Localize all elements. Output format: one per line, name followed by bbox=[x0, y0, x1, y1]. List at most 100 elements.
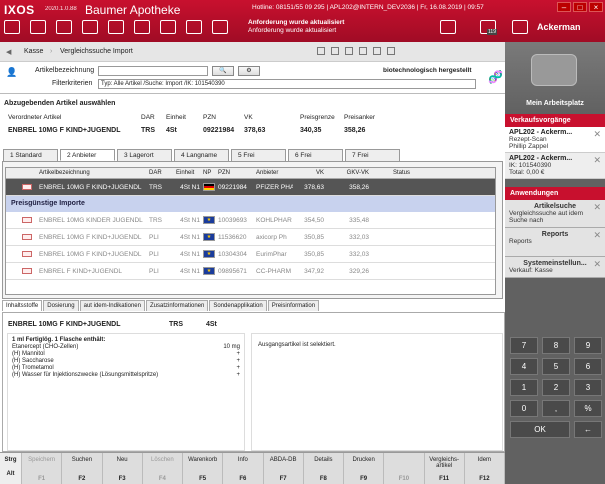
bookmark-icon[interactable] bbox=[317, 47, 325, 55]
fkey-f5[interactable]: Warenkorb F5 bbox=[183, 453, 224, 484]
keypad-key[interactable]: 3 bbox=[574, 379, 602, 396]
stock-icon[interactable] bbox=[108, 20, 124, 34]
close-icon[interactable]: ✕ bbox=[593, 259, 601, 270]
print-icon[interactable] bbox=[345, 47, 353, 55]
home-icon[interactable] bbox=[4, 20, 20, 34]
table-row[interactable]: ENBREL 10MG F KIND+JUGENDL PLI 4St N1 ★ 1153… bbox=[6, 229, 495, 246]
maximize-icon[interactable]: □ bbox=[573, 2, 587, 12]
tab-free7[interactable]: 7 Frei bbox=[345, 149, 400, 161]
tab-price[interactable]: Preisinformation bbox=[267, 300, 320, 311]
screen-icon[interactable] bbox=[359, 47, 367, 55]
app-item-reports[interactable]: ✕ Reports Reports bbox=[505, 228, 605, 257]
sale-item[interactable]: ✕ APL202 - Ackerm... Rezept-Scan Phillip Za… bbox=[505, 127, 605, 153]
ok-button[interactable]: OK bbox=[510, 421, 570, 438]
cell-vk: 378,63 bbox=[304, 184, 324, 191]
article-input[interactable] bbox=[98, 66, 208, 76]
notification[interactable]: Anforderung wurde aktualisiert Anforderun… bbox=[248, 19, 408, 35]
pill-icon[interactable] bbox=[82, 20, 98, 34]
fkey-f10[interactable]: F10 bbox=[384, 453, 425, 484]
truck-icon[interactable] bbox=[160, 20, 176, 34]
header-np[interactable]: NP bbox=[200, 168, 215, 178]
keypad-key[interactable]: % bbox=[574, 400, 602, 417]
breadcrumb-current: Vergleichssuche Import bbox=[60, 48, 133, 55]
copy-icon[interactable] bbox=[331, 47, 339, 55]
header-gkv[interactable]: GKV-VK bbox=[328, 168, 373, 178]
minimize-icon[interactable]: – bbox=[557, 2, 571, 12]
table-row[interactable]: ENBREL 10MG F KIND+JUGENDL PLI 4St N1 ★ 1030… bbox=[6, 246, 495, 263]
close-icon[interactable]: ✕ bbox=[593, 129, 601, 140]
header-vendor[interactable]: Anbieter bbox=[253, 168, 293, 178]
user-icon[interactable] bbox=[512, 20, 528, 34]
keypad-key[interactable]: 7 bbox=[510, 337, 538, 354]
help-icon[interactable] bbox=[387, 47, 395, 55]
app-item-settings[interactable]: ✕ Systemeinstellun... Verkauf: Kasse bbox=[505, 257, 605, 278]
keypad-key[interactable]: 9 bbox=[574, 337, 602, 354]
calendar-icon[interactable] bbox=[186, 20, 202, 34]
back-icon[interactable]: ◀ bbox=[6, 48, 11, 56]
keypad-key[interactable]: 8 bbox=[542, 337, 570, 354]
keypad-key[interactable]: 6 bbox=[574, 358, 602, 375]
header-vk[interactable]: VK bbox=[293, 168, 328, 178]
header-unit[interactable]: Einheit bbox=[173, 168, 200, 178]
fkey-f9[interactable]: Drucken F9 bbox=[344, 453, 385, 484]
filter-field[interactable]: Typ: Alle Artikel /Suche: Import /IK: 10… bbox=[98, 79, 476, 89]
keypad-key[interactable]: 1 bbox=[510, 379, 538, 396]
sale-item[interactable]: ✕ APL202 - Ackerm... IK: 101540390 Total: 0… bbox=[505, 153, 605, 179]
table-row[interactable]: ENBREL F KIND+JUGENDL PLI 4St N1 ★ 09895671 C… bbox=[6, 263, 495, 280]
header-name[interactable]: Artikelbezeichnung bbox=[36, 168, 146, 178]
search-button[interactable]: 🔍 bbox=[212, 66, 234, 76]
fkey-number: F6 bbox=[239, 476, 247, 482]
customer-icon[interactable] bbox=[134, 20, 150, 34]
tab-probe[interactable]: Sondenapplikation bbox=[209, 300, 267, 311]
workplace-tile[interactable]: Mein Arbeitsplatz bbox=[505, 42, 605, 114]
breadcrumb-home[interactable]: Kasse bbox=[24, 48, 43, 55]
fkey-f3[interactable]: Neu F3 bbox=[103, 453, 143, 484]
tab-longname[interactable]: 4 Langname bbox=[174, 149, 229, 161]
document-icon[interactable] bbox=[56, 20, 72, 34]
grid-icon[interactable] bbox=[373, 47, 381, 55]
close-icon[interactable]: ✕ bbox=[593, 155, 601, 166]
backspace-key[interactable]: ← bbox=[574, 421, 602, 438]
cell-dar: PLI bbox=[149, 251, 159, 258]
filter-button[interactable]: ⚙ bbox=[238, 66, 260, 76]
tab-dosage[interactable]: Dosierung bbox=[43, 300, 79, 311]
header-dar[interactable]: DAR bbox=[146, 168, 173, 178]
close-icon[interactable]: ✕ bbox=[593, 230, 601, 241]
tab-autidem[interactable]: aut idem-Indikationen bbox=[79, 300, 145, 311]
tab-location[interactable]: 3 Lagerort bbox=[117, 149, 172, 161]
tab-free5[interactable]: 5 Frei bbox=[231, 149, 286, 161]
user-name[interactable]: Ackerman bbox=[537, 22, 581, 32]
fkey-f4[interactable]: Löschen F4 bbox=[143, 453, 183, 484]
app-item-search[interactable]: ✕ Artikelsuche Vergleichssuche aut idem Su… bbox=[505, 200, 605, 228]
tab-free6[interactable]: 6 Frei bbox=[288, 149, 343, 161]
table-row-selected[interactable]: ENBREL 10MG F KIND+JUGENDL TRS 4St N1 09… bbox=[6, 179, 495, 196]
keypad-key[interactable]: 2 bbox=[542, 379, 570, 396]
table-row[interactable]: ENBREL 10MG KINDER JUGENDL TRS 4St N1 ★ 1003… bbox=[6, 212, 495, 229]
fkey-f6[interactable]: Info F6 bbox=[223, 453, 264, 484]
keypad-key[interactable]: 4 bbox=[510, 358, 538, 375]
keypad-key[interactable]: 5 bbox=[542, 358, 570, 375]
header-status[interactable]: Status bbox=[373, 168, 433, 178]
badge-icon[interactable]: 119 bbox=[480, 20, 497, 35]
strg-key[interactable]: Strg bbox=[0, 457, 21, 463]
tab-vendor[interactable]: 2 Anbieter bbox=[60, 149, 115, 161]
chart-icon[interactable] bbox=[212, 20, 228, 34]
fkey-f11[interactable]: Vergleichs-artikel F11 bbox=[425, 453, 465, 484]
header-pzn[interactable]: PZN bbox=[215, 168, 253, 178]
fkey-f2[interactable]: Suchen F2 bbox=[62, 453, 103, 484]
close-icon[interactable]: ✕ bbox=[593, 202, 601, 213]
print-icon[interactable] bbox=[440, 20, 456, 34]
composition-line: (H) Saccharose + bbox=[8, 358, 244, 365]
tab-standard[interactable]: 1 Standard bbox=[3, 149, 58, 161]
tab-ingredients[interactable]: Inhaltsstoffe bbox=[2, 300, 43, 311]
fkey-f12[interactable]: Idem F12 bbox=[465, 453, 505, 484]
fkey-f1[interactable]: Speichern F1 bbox=[22, 453, 63, 484]
tab-additional[interactable]: Zusatzinformationen bbox=[145, 300, 209, 311]
keypad-key[interactable]: , bbox=[542, 400, 570, 417]
fkey-f7[interactable]: ABDA-DB F7 bbox=[264, 453, 304, 484]
keypad-key[interactable]: 0 bbox=[510, 400, 538, 417]
alt-key[interactable]: Alt bbox=[0, 471, 21, 477]
close-icon[interactable]: × bbox=[589, 2, 603, 12]
cart-icon[interactable] bbox=[30, 20, 46, 34]
fkey-f8[interactable]: Details F8 bbox=[304, 453, 344, 484]
